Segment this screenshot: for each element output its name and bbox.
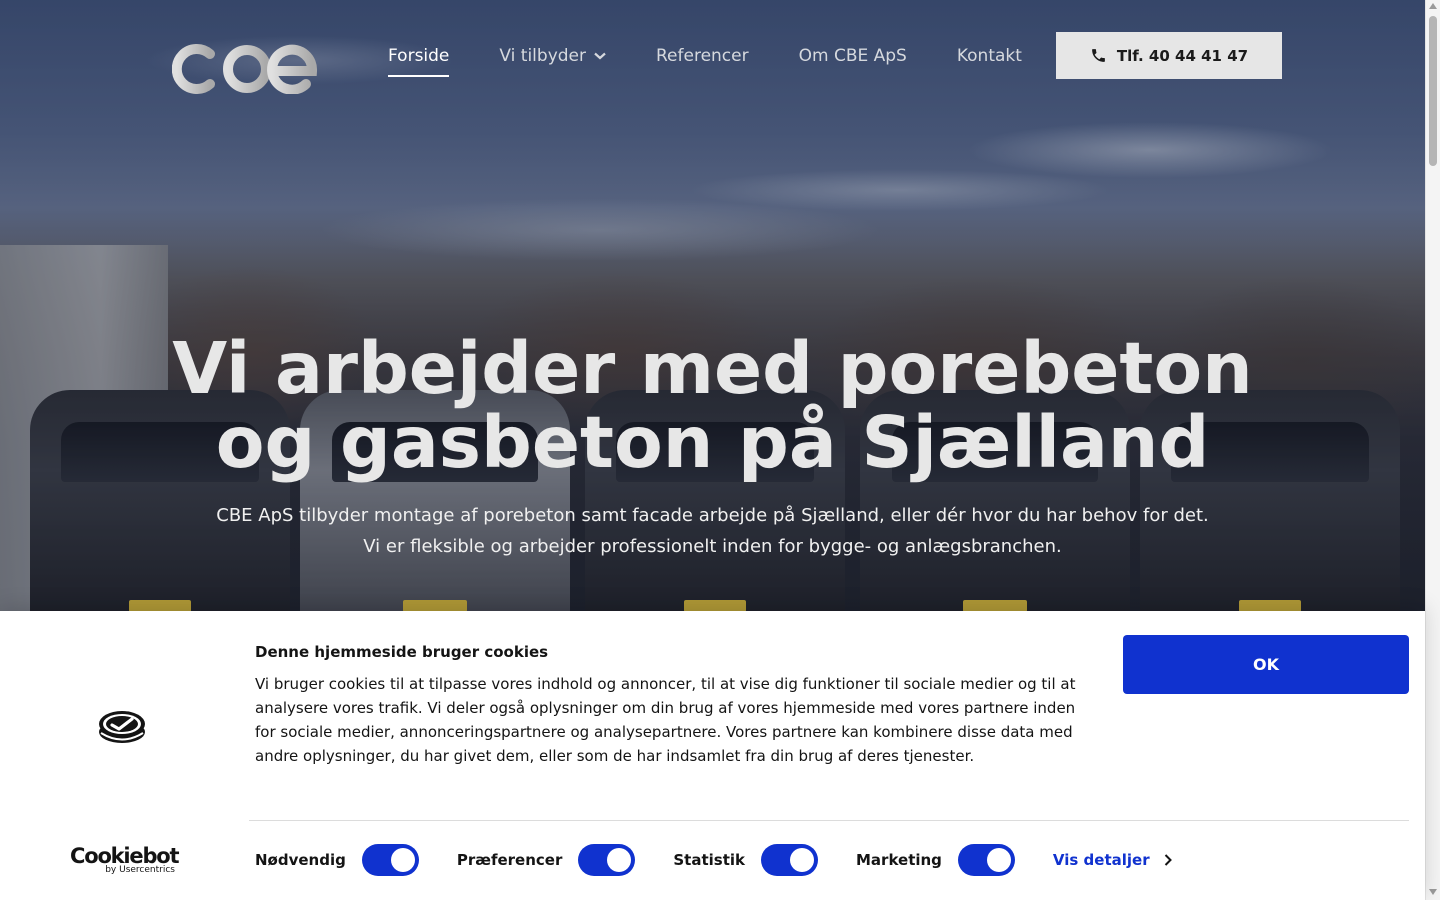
cookiebot-icon (99, 711, 145, 743)
hero-title-line: og gasbeton på Sjælland (215, 401, 1210, 484)
phone-icon (1092, 49, 1105, 62)
cbe-logo[interactable] (172, 18, 322, 94)
cookie-title: Denne hjemmeside bruger cookies (255, 643, 549, 661)
nav-item-forside[interactable]: Forside (388, 44, 450, 77)
toggle-necessary[interactable] (361, 844, 419, 876)
nav-item-label: Vi tilbyder (499, 46, 586, 66)
show-details-label: Vis detaljer (1052, 851, 1150, 869)
chevron-right-icon (1164, 854, 1172, 866)
cookie-ok-button[interactable]: OK (1123, 635, 1409, 694)
scroll-up-icon[interactable] (1429, 3, 1437, 9)
phone-label: Tlf. 40 44 41 47 (1116, 46, 1249, 65)
cookiebot-brand[interactable]: Cookiebot by Usercentrics (70, 844, 180, 875)
scroll-down-icon[interactable] (1429, 889, 1437, 895)
phone-button[interactable]: Tlf. 40 44 41 47 (1056, 32, 1282, 79)
cookie-consent-toggles: Nødvendig Præferencer Statistik Marketin… (255, 844, 1172, 876)
main-nav: Forside Vi tilbyder Referencer Om CBE Ap… (388, 44, 1072, 77)
nav-item-referencer[interactable]: Referencer (656, 44, 749, 68)
nav-item-om-cbe[interactable]: Om CBE ApS (799, 44, 907, 68)
toggle-statistics[interactable] (761, 844, 818, 876)
cookiebot-wordmark: Cookiebot (70, 844, 180, 868)
hero-subtitle: CBE ApS tilbyder montage af porebeton sa… (0, 500, 1425, 562)
show-details-link[interactable]: Vis detaljer (1053, 851, 1172, 869)
scroll-thumb[interactable] (1429, 16, 1437, 166)
toggle-label-necessary: Nødvendig (255, 851, 346, 869)
toggle-marketing[interactable] (957, 844, 1015, 876)
nav-item-kontakt[interactable]: Kontakt (957, 44, 1022, 68)
hero-subtitle-line: Vi er fleksible og arbejder professionel… (363, 536, 1062, 557)
chevron-down-icon (594, 52, 606, 60)
toggle-label-marketing: Marketing (856, 851, 942, 869)
hero-subtitle-line: CBE ApS tilbyder montage af porebeton sa… (216, 505, 1209, 526)
toggle-preferences[interactable] (578, 844, 636, 876)
cookie-description: Vi bruger cookies til at tilpasse vores … (255, 675, 1076, 765)
hero-title: Vi arbejder med porebeton og gasbeton på… (0, 332, 1425, 480)
page-scrollbar[interactable] (1425, 0, 1440, 900)
toggle-label-statistics: Statistik (673, 851, 745, 869)
nav-item-vi-tilbyder[interactable]: Vi tilbyder (499, 44, 606, 68)
hero-title-line: Vi arbejder med porebeton (172, 327, 1253, 410)
cookie-divider (249, 820, 1409, 821)
toggle-label-preferences: Præferencer (456, 851, 563, 869)
